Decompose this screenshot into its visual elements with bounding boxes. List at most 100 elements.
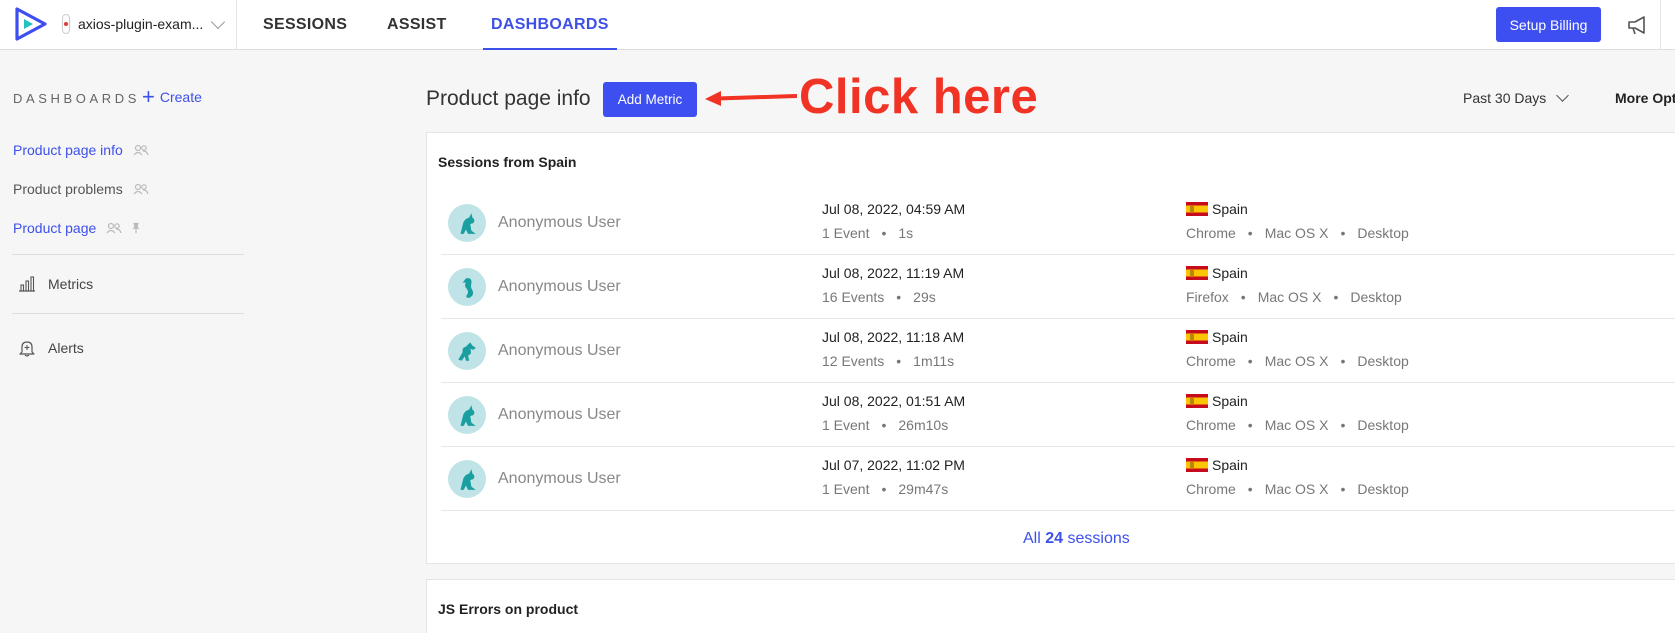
sidebar-item-product-problems[interactable]: Product problems [13, 181, 149, 197]
period-label: Past 30 Days [1463, 90, 1547, 106]
country-label: Spain [1212, 393, 1248, 409]
country-label: Spain [1212, 329, 1248, 345]
more-options-button[interactable]: More Opti [1615, 90, 1675, 106]
session-environment: Firefox • Mac OS X • Desktop [1186, 289, 1402, 305]
device: Desktop [1357, 417, 1409, 433]
session-date: Jul 08, 2022, 04:59 AM [822, 201, 966, 217]
event-count: 12 Events [822, 353, 885, 369]
seahorse-icon [462, 278, 474, 298]
session-environment: Chrome • Mac OS X • Desktop [1186, 353, 1409, 369]
os: Mac OS X [1264, 481, 1329, 497]
separator-dot: • [1340, 481, 1346, 497]
session-row[interactable]: Anonymous User Jul 08, 2022, 11:19 AM 16 E… [441, 255, 1675, 319]
widget-title: Sessions from Spain [438, 154, 577, 170]
session-environment: Chrome • Mac OS X • Desktop [1186, 481, 1409, 497]
avatar [448, 460, 486, 498]
avatar [448, 268, 486, 306]
horse-icon [458, 342, 476, 361]
avatar [448, 396, 486, 434]
sidebar-item-metrics[interactable]: Metrics [18, 276, 93, 292]
project-name: axios-plugin-exam... [78, 16, 204, 32]
create-dashboard-button[interactable]: + Create [142, 86, 202, 108]
all-sessions-link[interactable]: All 24 sessions [1023, 530, 1130, 548]
os: Mac OS X [1257, 289, 1322, 305]
sidebar-item-label: Product problems [13, 181, 123, 197]
separator-dot: • [1340, 225, 1346, 241]
users-icon [133, 144, 149, 156]
event-count: 1 Event [822, 481, 870, 497]
sidebar-divider [12, 254, 244, 255]
all-sessions-suffix: sessions [1067, 530, 1130, 547]
kangaroo-icon [460, 213, 476, 234]
nav-assist[interactable]: ASSIST [387, 0, 447, 50]
create-label: Create [159, 89, 202, 105]
browser: Firefox [1186, 289, 1229, 305]
pin-icon [132, 222, 140, 234]
user-name[interactable]: Anonymous User [498, 214, 621, 232]
spain-flag-icon [1186, 202, 1208, 216]
annotation-arrow-icon [705, 91, 797, 106]
separator-dot: • [1240, 289, 1246, 305]
browser: Chrome [1186, 481, 1236, 497]
device: Desktop [1357, 481, 1409, 497]
user-name[interactable]: Anonymous User [498, 406, 621, 424]
user-name[interactable]: Anonymous User [498, 342, 621, 360]
project-status-icon [62, 14, 70, 34]
event-count: 1 Event [822, 225, 870, 241]
sidebar-title: DASHBOARDS [13, 91, 141, 106]
session-meta: 12 Events • 1m11s [822, 353, 954, 369]
session-meta: 1 Event • 1s [822, 225, 913, 241]
period-selector[interactable]: Past 30 Days [1463, 89, 1570, 106]
project-selector[interactable]: axios-plugin-exam... [62, 13, 226, 35]
separator-dot: • [1333, 289, 1339, 305]
session-country: Spain [1186, 201, 1248, 217]
page-title: Product page info [426, 87, 591, 110]
browser: Chrome [1186, 353, 1236, 369]
users-icon [106, 222, 122, 234]
separator-dot: • [896, 353, 902, 369]
separator-dot: • [1340, 417, 1346, 433]
sidebar-item-label: Product page [13, 220, 97, 236]
session-duration: 29m47s [898, 481, 949, 497]
users-icon [133, 183, 149, 195]
avatar [448, 204, 486, 242]
session-environment: Chrome • Mac OS X • Desktop [1186, 225, 1409, 241]
session-duration: 1m11s [913, 353, 955, 369]
sidebar-item-product-page[interactable]: Product page [13, 220, 142, 236]
separator-dot: • [1247, 481, 1253, 497]
session-date: Jul 08, 2022, 01:51 AM [822, 393, 966, 409]
js-errors-widget: JS Errors on product [426, 579, 1675, 633]
session-row[interactable]: Anonymous User Jul 08, 2022, 04:59 AM 1 Ev… [441, 191, 1675, 255]
browser: Chrome [1186, 417, 1236, 433]
user-name[interactable]: Anonymous User [498, 278, 621, 296]
annotation-text: Click here [799, 70, 1039, 124]
session-duration: 26m10s [898, 417, 949, 433]
sidebar-item-label: Alerts [48, 340, 84, 356]
session-date: Jul 07, 2022, 11:02 PM [822, 457, 965, 473]
sidebar-item-product-page-info[interactable]: Product page info [13, 142, 149, 158]
nav-sessions[interactable]: SESSIONS [263, 0, 347, 50]
spain-flag-icon [1186, 394, 1208, 408]
bell-icon [19, 341, 35, 357]
setup-billing-button[interactable]: Setup Billing [1496, 7, 1601, 42]
event-count: 1 Event [822, 417, 870, 433]
openreplay-logo-icon[interactable] [13, 6, 49, 42]
megaphone-icon[interactable] [1626, 14, 1650, 36]
session-row[interactable]: Anonymous User Jul 07, 2022, 11:02 PM 1 Ev… [441, 447, 1675, 511]
session-row[interactable]: Anonymous User Jul 08, 2022, 01:51 AM 1 Ev… [441, 383, 1675, 447]
all-sessions-count: 24 [1045, 530, 1064, 547]
separator-dot: • [1247, 417, 1253, 433]
separator-dot: • [1247, 353, 1253, 369]
session-date: Jul 08, 2022, 11:18 AM [822, 329, 965, 345]
device: Desktop [1350, 289, 1402, 305]
os: Mac OS X [1264, 225, 1329, 241]
session-row[interactable]: Anonymous User Jul 08, 2022, 11:18 AM 12 E… [441, 319, 1675, 383]
user-name[interactable]: Anonymous User [498, 470, 621, 488]
separator-dot: • [881, 417, 887, 433]
separator-dot: • [896, 289, 902, 305]
nav-dashboards[interactable]: DASHBOARDS [483, 0, 617, 50]
add-metric-button[interactable]: Add Metric [603, 82, 697, 117]
sidebar-item-alerts[interactable]: Alerts [18, 339, 84, 357]
separator-dot: • [881, 481, 887, 497]
country-label: Spain [1212, 457, 1248, 473]
